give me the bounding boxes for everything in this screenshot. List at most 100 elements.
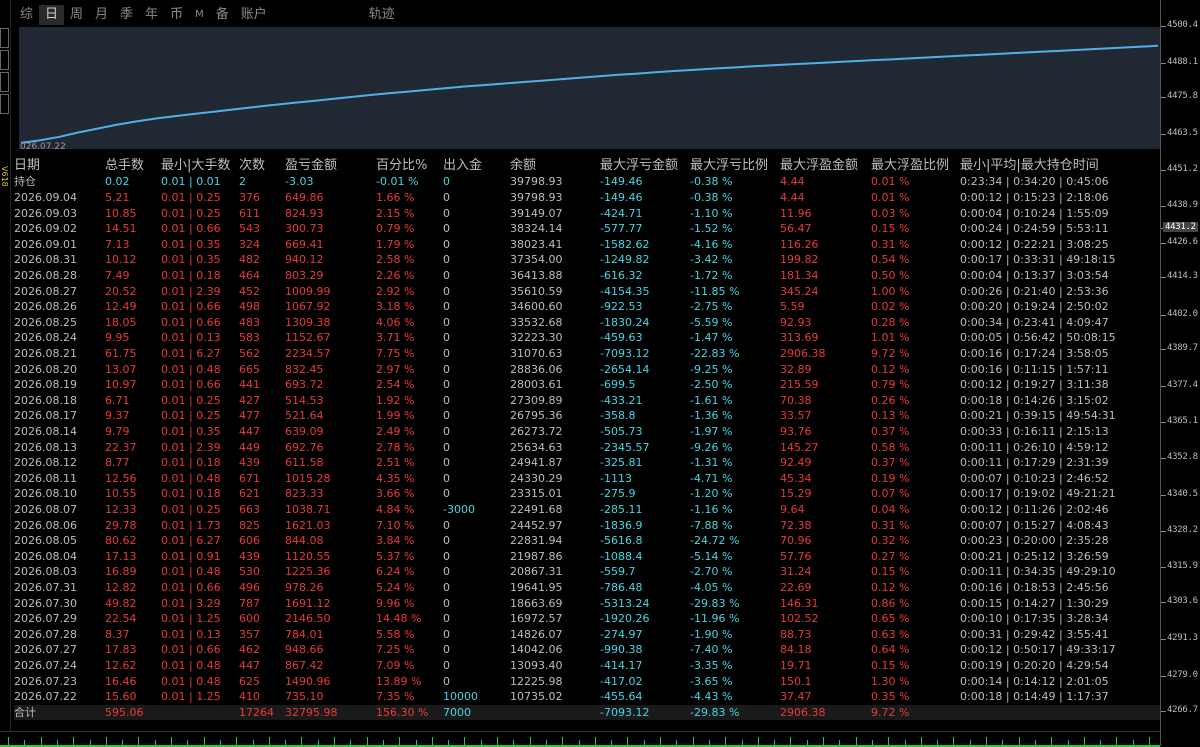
cell-hold-time: 0:00:21 | 0:39:15 | 49:54:31 [960, 409, 1116, 423]
cell-date: 2026.08.31 [14, 253, 77, 267]
axis-label: 4475.8 [1167, 91, 1198, 101]
cell-date: 合计 [14, 705, 36, 719]
strip-tab-1[interactable] [0, 28, 9, 48]
cell-profit: 1009.99 [285, 284, 331, 298]
cell-max-float-loss: -990.38 [600, 643, 643, 657]
cell-max-float-profit: 70.96 [780, 534, 812, 548]
cell-min-max-lots: 0.01 | 0.66 [161, 378, 221, 392]
cell-max-float-loss: -358.8 [600, 409, 636, 423]
cell-total-lots: 12.62 [105, 659, 137, 672]
cell-profit: 948.66 [285, 643, 324, 657]
tab-5[interactable]: 年 [139, 5, 164, 25]
axis-label: 4402.0 [1167, 309, 1198, 319]
cell-total-lots: 16.46 [105, 674, 137, 688]
strip-tab-4[interactable] [0, 94, 9, 114]
tab-0[interactable]: 综 [14, 5, 39, 25]
cell-hold-time: 0:23:34 | 0:34:20 | 0:45:06 [960, 175, 1109, 188]
tab-10[interactable]: 轨迹 [363, 5, 401, 25]
cell-max-float-loss: -5313.24 [600, 596, 650, 610]
tab-1[interactable]: 日 [39, 5, 65, 25]
header-hold-time[interactable]: 最小|平均|最大持仓时间 [960, 157, 1099, 175]
table-row: 2026.08.05 80.62 0.01 | 6.27 606 844.08 3.84 … [14, 533, 1160, 549]
tab-6[interactable]: 币 [164, 5, 189, 25]
cell-max-float-loss: -577.77 [600, 222, 643, 236]
header-percent[interactable]: 百分比% [376, 157, 427, 175]
cell-max-float-profit: 70.38 [780, 393, 812, 407]
header-max-float-profit[interactable]: 最大浮盈金额 [780, 157, 858, 175]
cell-date: 2026.08.17 [14, 409, 77, 423]
strip-tab-2[interactable] [0, 50, 9, 70]
cell-percent: 2.15 % [376, 206, 415, 220]
axis-label: 4328.2 [1167, 525, 1198, 535]
cell-count: 452 [239, 284, 260, 298]
cell-deposit: 0 [443, 549, 450, 563]
cell-max-float-profit-pct: 0.86 % [871, 596, 910, 610]
cell-hold-time: 0:00:21 | 0:25:12 | 3:26:59 [960, 549, 1109, 563]
cell-date: 2026.08.03 [14, 565, 77, 579]
cell-max-float-profit: 5.59 [780, 300, 805, 314]
tab-4[interactable]: 季 [114, 5, 139, 25]
cell-deposit: 0 [443, 487, 450, 501]
header-profit[interactable]: 盈亏金额 [285, 157, 337, 175]
cell-balance: 23315.01 [510, 487, 563, 501]
axis-tick [1161, 602, 1166, 603]
cell-hold-time: 0:00:19 | 0:20:20 | 4:29:54 [960, 659, 1109, 672]
cell-percent: 13.89 % [376, 674, 422, 688]
strip-tab-3[interactable] [0, 72, 9, 92]
cell-percent: 5.58 % [376, 627, 415, 641]
header-max-float-loss[interactable]: 最大浮亏金额 [600, 157, 678, 175]
cell-balance: 13093.40 [510, 659, 563, 672]
tab-2[interactable]: 周 [64, 5, 89, 25]
cell-count: 447 [239, 425, 260, 438]
cell-percent: 7.09 % [376, 659, 415, 672]
cell-max-float-profit: 84.18 [780, 643, 812, 657]
cell-count: 441 [239, 378, 260, 392]
cell-profit: 867.42 [285, 659, 324, 672]
cell-balance: 32223.30 [510, 331, 563, 345]
cell-max-float-profit: 57.76 [780, 549, 812, 563]
tab-7[interactable]: M [189, 5, 210, 25]
cell-min-max-lots: 0.01 | 1.73 [161, 518, 221, 532]
trading-stats-window: V618 综日周月季年币 M 备账户 轨迹 026.07.22 4500.4 4488.… [0, 0, 1200, 747]
cell-date: 2026.08.18 [14, 393, 77, 407]
axis-label: 4279.0 [1167, 670, 1198, 680]
cell-max-float-profit: 9.64 [780, 503, 805, 516]
header-deposit[interactable]: 出入金 [443, 157, 482, 175]
cell-total-lots: 61.75 [105, 347, 137, 360]
cell-max-float-loss: -1582.62 [600, 237, 650, 251]
header-max-float-loss-pct[interactable]: 最大浮亏比例 [690, 157, 768, 175]
header-min-max-lots[interactable]: 最小|大手数 [161, 157, 230, 175]
axis-label: 4303.6 [1167, 596, 1198, 606]
cell-max-float-profit-pct: 0.12 % [871, 362, 910, 376]
cell-balance: 26273.72 [510, 425, 563, 438]
cell-max-float-loss: -424.71 [600, 206, 643, 220]
cell-count: 787 [239, 596, 260, 610]
cell-profit: 940.12 [285, 253, 324, 267]
header-total-lots[interactable]: 总手数 [105, 157, 144, 175]
tab-8[interactable]: 备 [210, 5, 235, 25]
cell-percent: 3.71 % [376, 331, 415, 345]
header-balance[interactable]: 余额 [510, 157, 536, 175]
tab-9[interactable]: 账户 [235, 5, 273, 25]
axis-label: 4414.3 [1167, 271, 1198, 281]
axis-label: 4291.3 [1167, 633, 1198, 643]
cell-max-float-profit-pct: 0.26 % [871, 393, 910, 407]
cell-count: 17264 [239, 705, 274, 719]
cell-max-float-loss-pct: -7.40 % [690, 643, 733, 657]
cell-deposit: 0 [443, 471, 450, 485]
cell-count: 447 [239, 659, 260, 672]
cell-balance: 10735.02 [510, 690, 563, 704]
cell-profit: 735.10 [285, 690, 324, 704]
cell-deposit: 0 [443, 362, 450, 376]
tab-3[interactable]: 月 [89, 5, 114, 25]
cell-min-max-lots: 0.01 | 0.91 [161, 549, 221, 563]
cell-hold-time: 0:00:12 | 0:11:26 | 2:02:46 [960, 503, 1109, 516]
header-date[interactable]: 日期 [14, 157, 40, 175]
cell-date: 2026.08.11 [14, 471, 77, 485]
table-row: 2026.08.12 8.77 0.01 | 0.18 439 611.58 2.51 %… [14, 455, 1160, 471]
header-max-float-profit-pct[interactable]: 最大浮盈比例 [871, 157, 949, 175]
header-count[interactable]: 次数 [239, 157, 265, 175]
cell-max-float-profit: 31.24 [780, 565, 812, 579]
cell-profit: 2146.50 [285, 612, 331, 626]
cell-min-max-lots: 0.01 | 0.01 [161, 175, 221, 188]
